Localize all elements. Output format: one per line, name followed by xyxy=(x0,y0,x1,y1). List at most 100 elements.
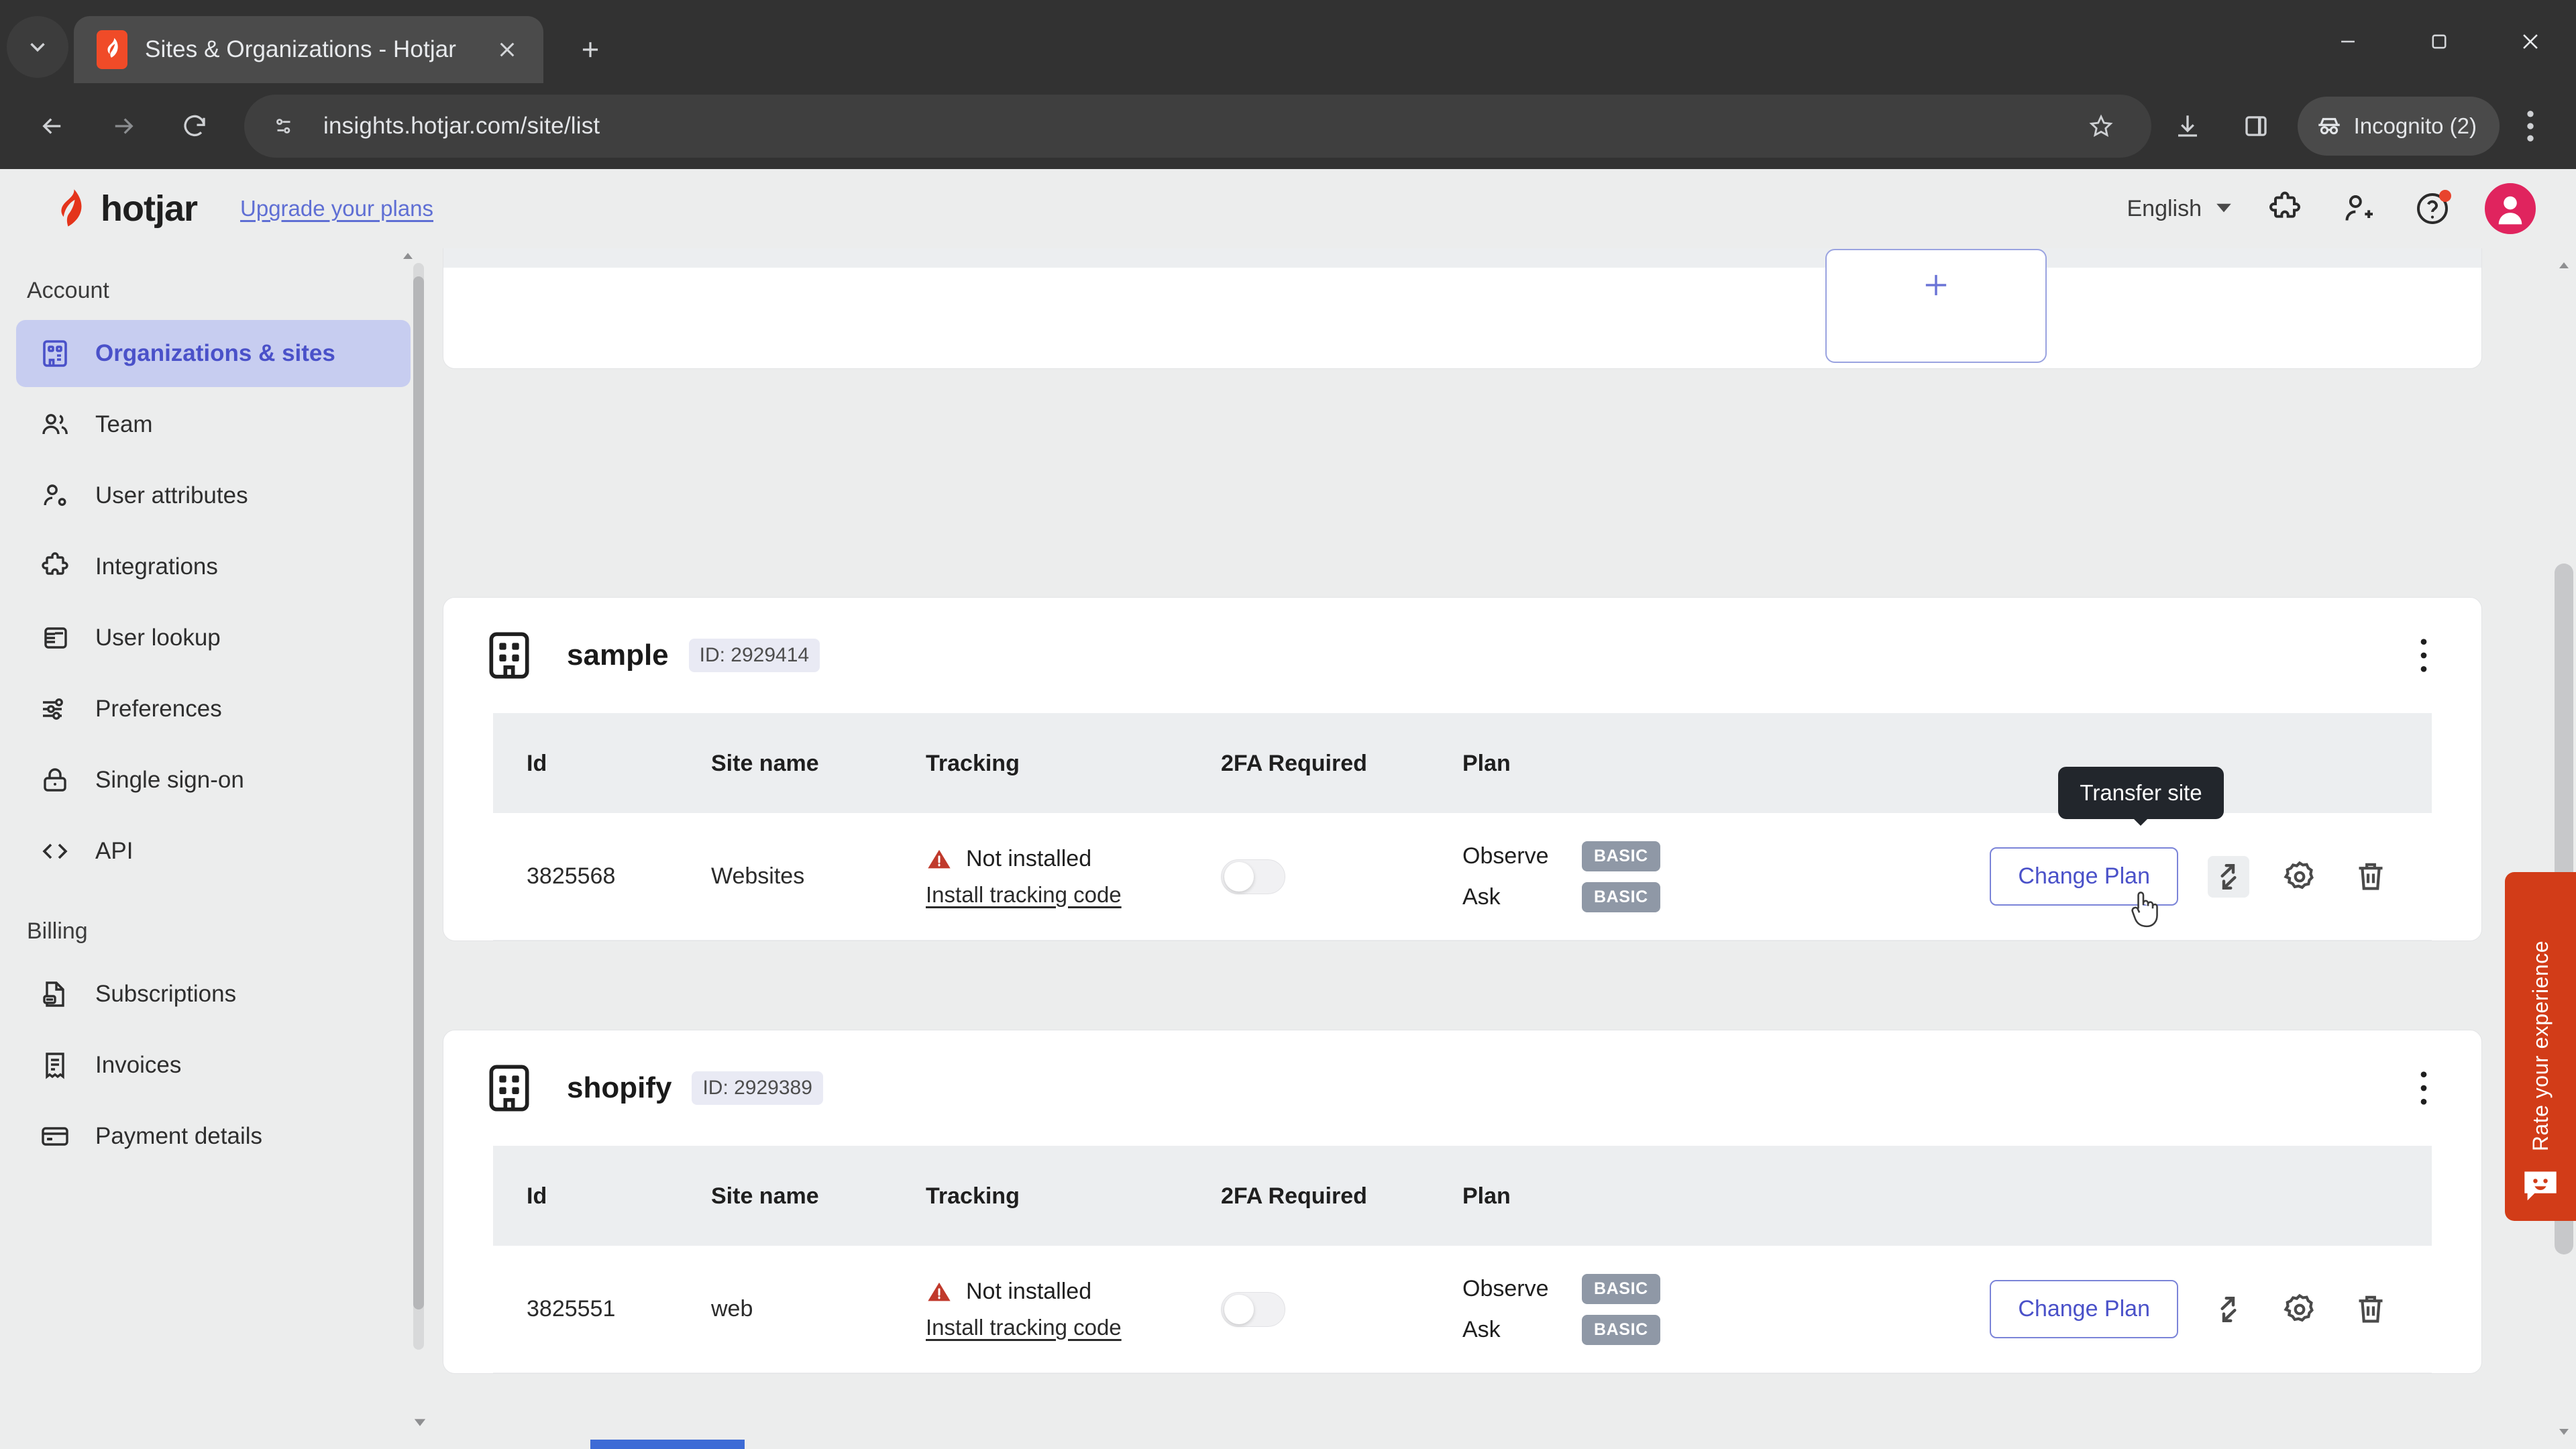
add-user-icon xyxy=(2345,195,2373,221)
sidebar-scroll-thumb[interactable] xyxy=(413,276,424,1309)
forward-button[interactable] xyxy=(90,93,157,160)
invite-user-button[interactable] xyxy=(2337,187,2380,230)
sidebar-item-integrations[interactable]: Integrations xyxy=(16,533,411,600)
sidebar-scrollbar[interactable] xyxy=(403,253,424,1350)
plan-name: Ask xyxy=(1462,1316,1501,1342)
organization-menu-button[interactable] xyxy=(2404,631,2444,680)
user-avatar[interactable] xyxy=(2485,183,2536,234)
site-settings-button[interactable] xyxy=(2279,856,2320,898)
install-tracking-code-link[interactable]: Install tracking code xyxy=(926,882,1221,908)
column-header-plan: Plan xyxy=(1462,750,1511,776)
tab-title: Sites & Organizations - Hotjar xyxy=(145,36,457,62)
user-attributes-icon xyxy=(38,478,72,513)
twofa-toggle[interactable] xyxy=(1221,1291,1285,1327)
user-lookup-icon xyxy=(38,621,72,655)
sidebar-item-payment-details[interactable]: Payment details xyxy=(16,1103,411,1170)
tab-search-button[interactable] xyxy=(7,16,68,78)
chevron-down-icon xyxy=(30,43,45,52)
sidebar-item-single-sign-on[interactable]: Single sign-on xyxy=(16,747,411,814)
subscription-doc-icon xyxy=(38,977,72,1012)
close-window-button[interactable] xyxy=(2485,4,2576,79)
twofa-toggle[interactable] xyxy=(1221,859,1285,894)
table-row: 3825551 web Not installed Install tracki… xyxy=(493,1246,2432,1373)
puzzle-button[interactable] xyxy=(2263,187,2306,230)
cell-site-id: 3825551 xyxy=(527,1296,616,1322)
minimize-button[interactable] xyxy=(2302,4,2394,79)
cell-2fa xyxy=(1221,1291,1462,1327)
downloads-button[interactable] xyxy=(2155,94,2220,158)
browser-toolbar: insights.hotjar.com/site/list Incognito … xyxy=(0,83,2576,169)
column-header-2fa: 2FA Required xyxy=(1221,750,1367,776)
sidebar-item-api[interactable]: API xyxy=(16,818,411,885)
team-icon-glyph xyxy=(42,414,68,435)
language-label: English xyxy=(2127,195,2202,221)
page-scroll-up-arrow[interactable] xyxy=(2552,254,2576,278)
site-settings-button[interactable] xyxy=(262,104,306,148)
sidebar-item-preferences[interactable]: Preferences xyxy=(16,676,411,743)
change-plan-button[interactable]: Change Plan xyxy=(1990,1280,2178,1338)
transfer-site-button[interactable] xyxy=(2208,1289,2249,1330)
column-header-tracking: Tracking xyxy=(926,750,1020,776)
address-bar[interactable]: insights.hotjar.com/site/list xyxy=(244,95,2151,158)
three-dot-menu-icon xyxy=(2527,111,2534,142)
sidebar-item-team[interactable]: Team xyxy=(16,391,411,458)
page-scroll-down-arrow[interactable] xyxy=(2552,1419,2576,1444)
reload-button[interactable] xyxy=(161,93,228,160)
tab-close-button[interactable] xyxy=(487,30,527,70)
transfer-site-icon xyxy=(2220,863,2237,890)
browser-menu-button[interactable] xyxy=(2504,94,2557,158)
help-button[interactable] xyxy=(2411,187,2454,230)
window-controls xyxy=(2302,4,2576,79)
table-header-clipped: Id Site name Tracking 2FA... Plan xyxy=(443,248,2481,268)
maximize-button[interactable] xyxy=(2394,4,2485,79)
upgrade-plans-link[interactable]: Upgrade your plans xyxy=(240,196,433,221)
sidebar-item-label: Integrations xyxy=(95,553,218,580)
sidebar-item-invoices[interactable]: Invoices xyxy=(16,1032,411,1099)
sidebar-group-account: Account xyxy=(27,278,109,303)
toggle-knob xyxy=(1224,1294,1254,1324)
bookmark-button[interactable] xyxy=(2078,103,2125,150)
site-settings-button[interactable] xyxy=(2279,1289,2320,1330)
user-avatar-icon xyxy=(2498,196,2522,225)
column-header-id: Id xyxy=(527,1183,547,1209)
sidebar-item-subscriptions[interactable]: Subscriptions xyxy=(16,961,411,1028)
incognito-indicator[interactable]: Incognito (2) xyxy=(2297,97,2500,156)
transfer-site-button[interactable] xyxy=(2208,855,2249,898)
sidebar-item-label: User lookup xyxy=(95,625,221,651)
sidebar-item-label: Payment details xyxy=(95,1123,263,1149)
sidebar-scroll-down-arrow[interactable] xyxy=(411,1413,429,1432)
previous-org-card-clipped: Id Site name Tracking 2FA... Plan xyxy=(443,248,2482,369)
cell-plan: Observe BASIC Ask BASIC xyxy=(1462,1273,1990,1345)
sites-table: Id Site name Tracking 2FA Required Plan … xyxy=(493,713,2432,941)
sidebar-item-user-attributes[interactable]: User attributes xyxy=(16,462,411,529)
organization-card-sample: sample ID: 2929414 Id Site name Tracking… xyxy=(443,597,2482,941)
sidebar-item-organizations-sites[interactable]: Organizations & sites xyxy=(16,320,411,387)
trash-icon xyxy=(2359,1295,2383,1323)
chevron-up-icon xyxy=(2559,262,2569,268)
new-tab-button[interactable] xyxy=(564,23,617,76)
language-selector[interactable]: English xyxy=(2127,196,2233,222)
back-button[interactable] xyxy=(19,93,86,160)
add-site-button[interactable] xyxy=(1825,249,2047,363)
sidebar-scroll-up-arrow[interactable] xyxy=(398,247,417,266)
organizations-icon-glyph xyxy=(489,1065,529,1112)
organization-menu-button[interactable] xyxy=(2404,1064,2444,1112)
chevron-down-icon xyxy=(2559,1429,2569,1435)
delete-site-button[interactable] xyxy=(2350,856,2392,898)
organization-building-icon xyxy=(481,1060,537,1116)
delete-site-button[interactable] xyxy=(2350,1289,2392,1330)
browser-tab[interactable]: Sites & Organizations - Hotjar xyxy=(74,16,543,83)
hotjar-logo[interactable]: hotjar xyxy=(52,188,198,229)
rate-experience-widget[interactable]: Rate your experience xyxy=(2505,872,2576,1221)
star-icon xyxy=(2089,114,2113,138)
plan-name: Observe xyxy=(1462,843,1549,869)
invoice-icon-glyph xyxy=(46,1053,64,1079)
install-tracking-code-link[interactable]: Install tracking code xyxy=(926,1315,1221,1340)
plan-name: Ask xyxy=(1462,883,1501,910)
side-panel-button[interactable] xyxy=(2224,94,2288,158)
sidebar-item-user-lookup[interactable]: User lookup xyxy=(16,604,411,672)
plan-name: Observe xyxy=(1462,1275,1549,1301)
code-brackets-icon-glyph xyxy=(42,843,68,859)
plus-icon xyxy=(582,42,598,58)
page-scrollbar[interactable] xyxy=(2552,248,2576,1449)
